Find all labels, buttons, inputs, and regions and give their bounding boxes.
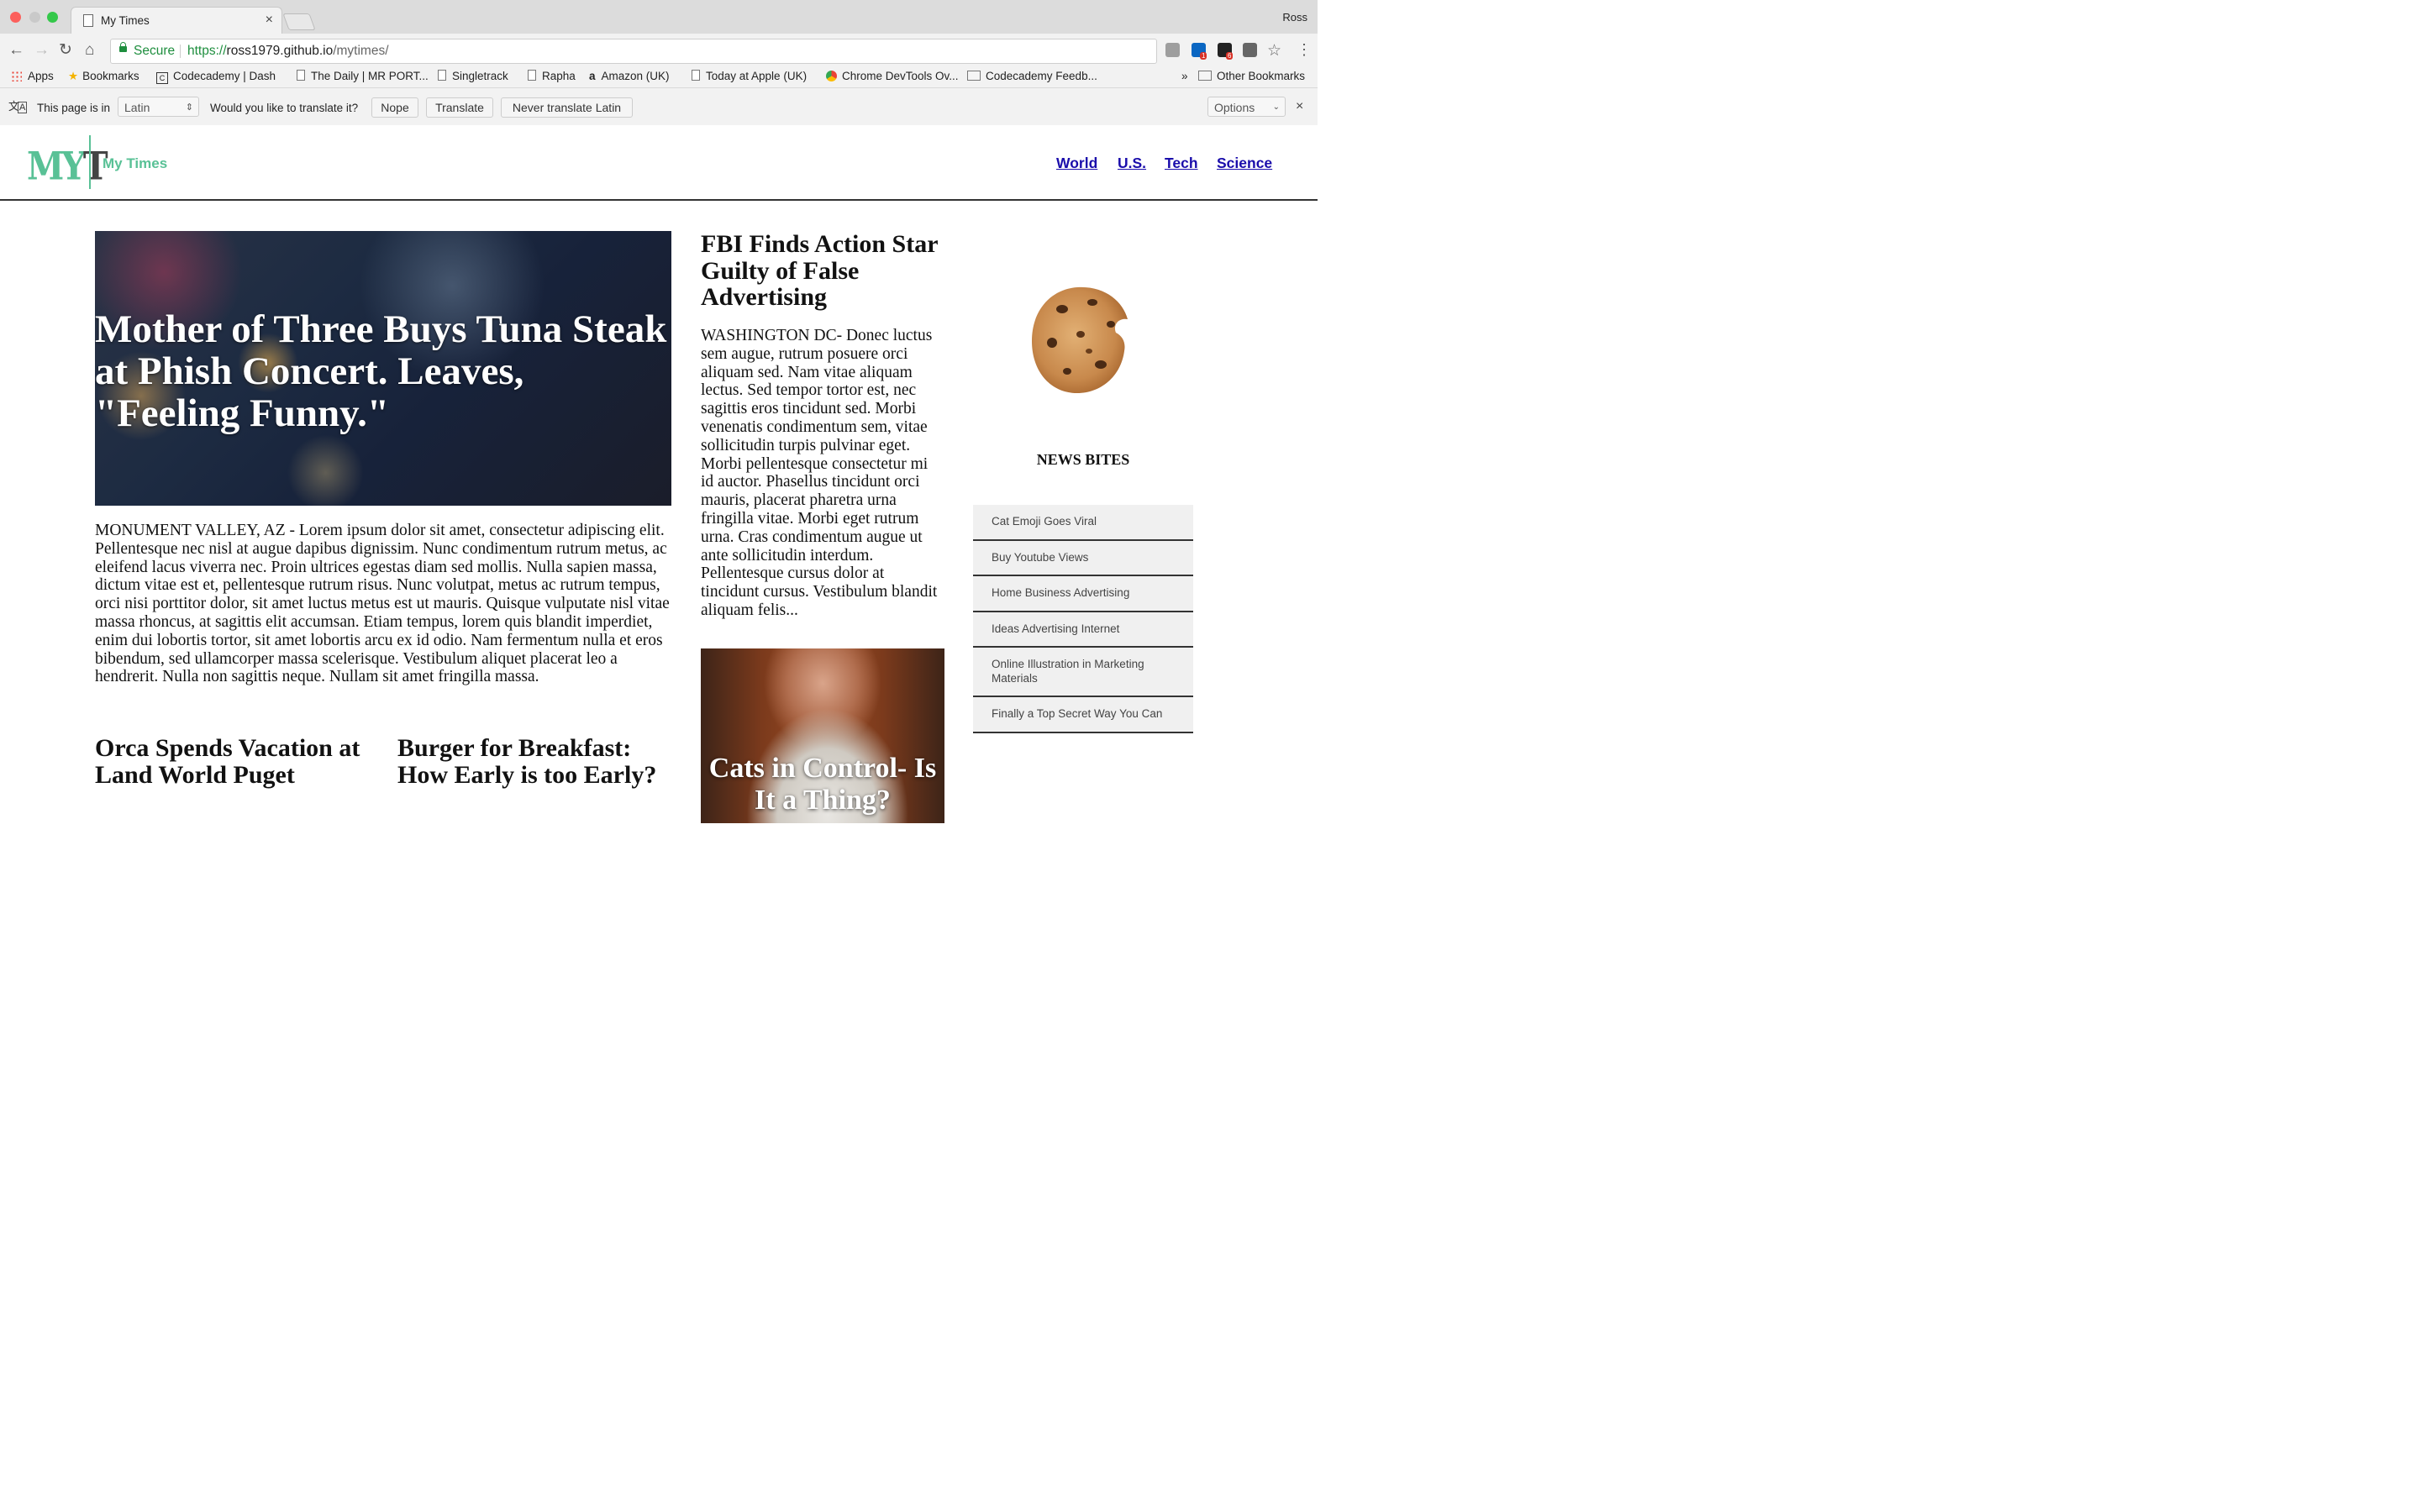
chrome-icon xyxy=(826,71,837,81)
page-icon xyxy=(438,70,446,81)
translate-prompt-label: This page is in xyxy=(37,102,111,114)
apps-grid-icon xyxy=(11,71,22,81)
bookmark-amazon[interactable]: a Amazon (UK) xyxy=(589,70,670,82)
nope-button[interactable]: Nope xyxy=(371,97,418,118)
page-icon xyxy=(692,70,700,81)
translate-infobar: 文A This page is in Latin ⇕ Would you like… xyxy=(0,87,1318,126)
browser-tab[interactable]: My Times × xyxy=(71,7,282,34)
bookmark-codecademy-feedback[interactable]: Codecademy Feedb... xyxy=(967,70,1097,82)
news-bites-heading: NEWS BITES xyxy=(1036,451,1130,468)
story-headline-orca[interactable]: Orca Spends Vacation at Land World Puget xyxy=(95,735,372,788)
translate-question: Would you like to translate it? xyxy=(210,102,359,114)
close-infobar-icon[interactable]: × xyxy=(1296,99,1303,114)
logo-divider xyxy=(89,135,91,189)
notification-badge: 1 xyxy=(1200,52,1207,60)
news-bite-item[interactable]: Finally a Top Secret Way You Can xyxy=(973,697,1193,733)
url-text[interactable]: https://ross1979.github.io/mytimes/ xyxy=(187,44,389,59)
bookmark-chrome-devtools[interactable]: Chrome DevTools Ov... xyxy=(826,70,959,82)
chevron-down-icon: ⌄ xyxy=(1272,102,1280,112)
page-icon xyxy=(297,70,305,81)
nav-link-tech[interactable]: Tech xyxy=(1165,155,1198,172)
cookie-icon xyxy=(1032,286,1128,393)
select-arrows-icon: ⇕ xyxy=(185,102,193,113)
site-name: My Times xyxy=(103,155,168,171)
extension-icon[interactable] xyxy=(1165,43,1180,57)
story-headline-burger[interactable]: Burger for Breakfast: How Early is too E… xyxy=(397,735,671,788)
amazon-icon: a xyxy=(589,70,596,82)
news-bite-item[interactable]: Cat Emoji Goes Viral xyxy=(973,505,1193,541)
reload-icon[interactable]: ↻ xyxy=(59,42,72,59)
nav-link-world[interactable]: World xyxy=(1056,155,1097,172)
site-logo[interactable]: MYT xyxy=(27,144,108,189)
bookmark-codecademy[interactable]: C Codecademy | Dash xyxy=(156,70,276,84)
codecademy-icon: C xyxy=(156,72,168,84)
translate-button[interactable]: Translate xyxy=(426,97,493,118)
nav-link-us[interactable]: U.S. xyxy=(1118,155,1146,172)
bookmark-the-daily[interactable]: The Daily | MR PORT... xyxy=(297,70,429,82)
bookmark-rapha[interactable]: Rapha xyxy=(528,70,576,82)
divider xyxy=(180,45,181,58)
translate-icon: 文A xyxy=(8,100,28,113)
notification-badge: 6 xyxy=(1226,52,1234,60)
news-bite-item[interactable]: Online Illustration in Marketing Materia… xyxy=(973,648,1193,697)
star-icon: ★ xyxy=(68,70,79,82)
bookmark-apps[interactable]: Apps xyxy=(11,70,54,82)
fbi-article-body: WASHINGTON DC- Donec luctus sem augue, r… xyxy=(701,327,938,619)
bookmark-today-at-apple[interactable]: Today at Apple (UK) xyxy=(692,70,807,82)
back-arrow-icon[interactable]: ← xyxy=(8,42,24,59)
close-window-button[interactable] xyxy=(10,12,21,23)
site-header: MYT My Times World U.S. Tech Science xyxy=(0,125,1318,201)
menu-dots-icon[interactable]: ⋮ xyxy=(1297,41,1312,59)
forward-arrow-icon[interactable]: → xyxy=(34,42,50,59)
home-icon[interactable]: ⌂ xyxy=(85,42,94,59)
minimize-window-button[interactable] xyxy=(29,12,40,23)
close-tab-icon[interactable]: × xyxy=(266,13,273,28)
tab-title: My Times xyxy=(101,14,150,27)
bookmark-other[interactable]: Other Bookmarks xyxy=(1198,70,1305,82)
news-bite-item[interactable]: Buy Youtube Views xyxy=(973,540,1193,576)
bookmark-star-icon[interactable]: ☆ xyxy=(1267,41,1281,60)
profile-name[interactable]: Ross xyxy=(1282,11,1307,24)
hero-article-body: MONUMENT VALLEY, AZ - Lorem ipsum dolor … xyxy=(95,522,670,686)
folder-icon xyxy=(967,71,981,81)
bookmarks-overflow-chevron[interactable]: » xyxy=(1181,70,1188,82)
zoom-window-button[interactable] xyxy=(47,12,58,23)
language-select[interactable]: Latin ⇕ xyxy=(118,97,199,117)
options-select[interactable]: Options ⌄ xyxy=(1207,97,1286,117)
browser-tab-strip: My Times × Ross xyxy=(0,0,1318,34)
hero-image[interactable]: Mother of Three Buys Tuna Steak at Phish… xyxy=(95,231,671,506)
address-bar[interactable]: Secure https://ross1979.github.io/mytime… xyxy=(110,39,1157,64)
nav-link-science[interactable]: Science xyxy=(1217,155,1272,172)
bookmark-singletrack[interactable]: Singletrack xyxy=(438,70,508,82)
story-headline-cats[interactable]: Cats in Control- Is It a Thing? xyxy=(701,753,944,816)
news-bite-item[interactable]: Home Business Advertising xyxy=(973,576,1193,612)
page-icon xyxy=(83,14,93,27)
news-bites-list: Cat Emoji Goes Viral Buy Youtube Views H… xyxy=(973,505,1193,733)
page-icon xyxy=(528,70,536,81)
folder-icon xyxy=(1198,71,1212,81)
secure-label: Secure xyxy=(134,44,176,58)
new-tab-button[interactable] xyxy=(282,13,316,30)
story-headline-fbi[interactable]: FBI Finds Action Star Guilty of False Ad… xyxy=(701,231,944,311)
bookmarks-bar: Apps ★ Bookmarks C Codecademy | Dash The D… xyxy=(0,67,1318,87)
news-bite-item[interactable]: Ideas Advertising Internet xyxy=(973,612,1193,648)
never-translate-button[interactable]: Never translate Latin xyxy=(501,97,633,118)
lock-icon xyxy=(119,42,127,52)
extension-icon[interactable] xyxy=(1243,43,1257,57)
bookmark-bookmarks[interactable]: ★ Bookmarks xyxy=(68,70,139,83)
cats-story-image[interactable]: Cats in Control- Is It a Thing? xyxy=(701,648,944,823)
hero-headline[interactable]: Mother of Three Buys Tuna Steak at Phish… xyxy=(95,308,671,434)
